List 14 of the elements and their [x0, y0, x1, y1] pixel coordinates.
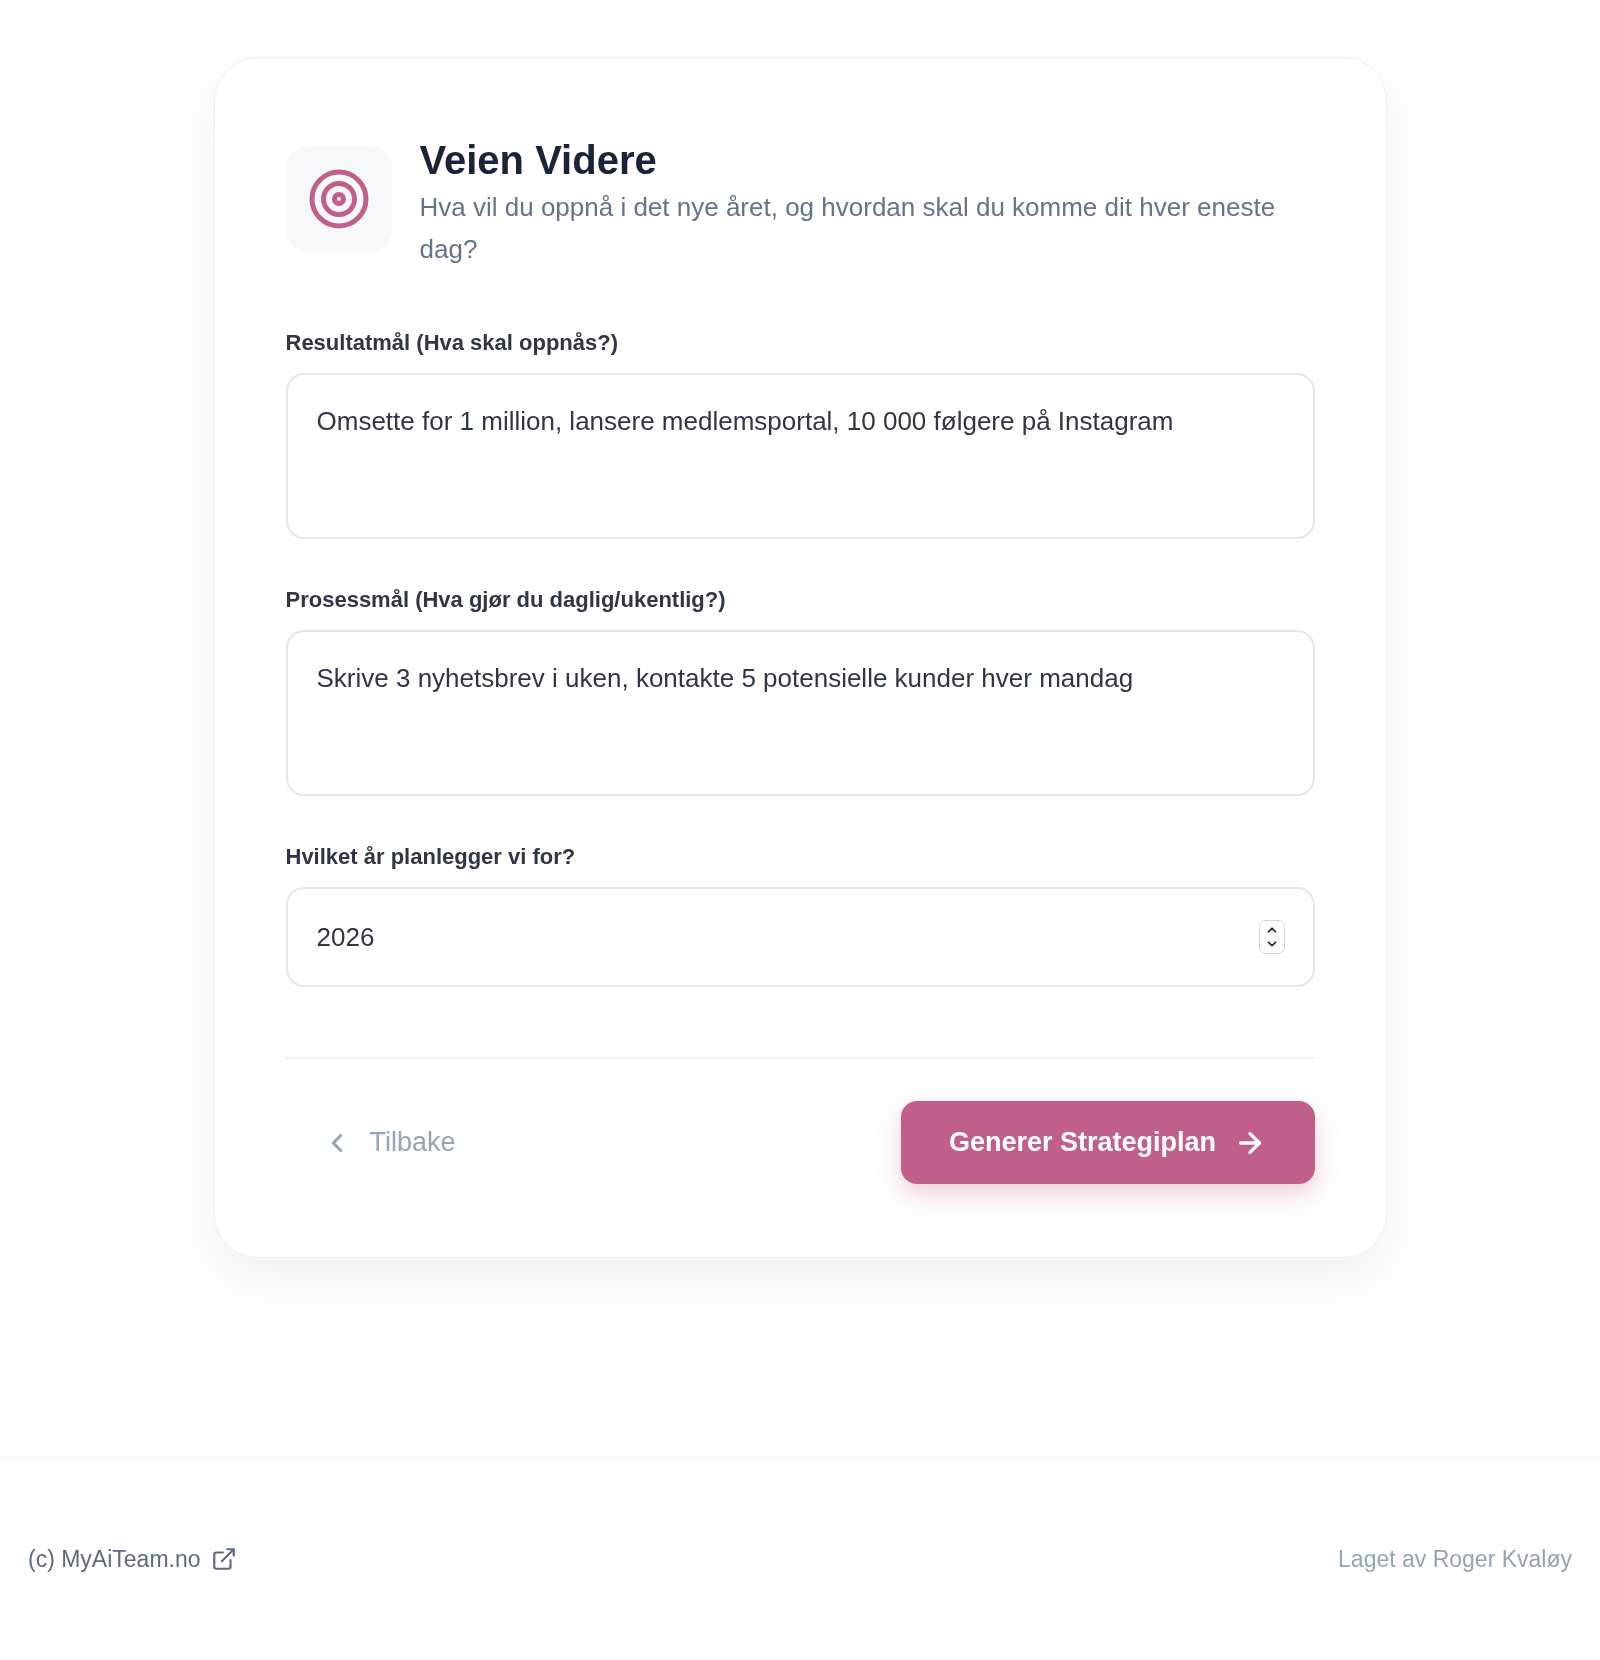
page-title: Veien Videre — [419, 137, 658, 184]
footer-credit: Laget av Roger Kvaløy — [1338, 1544, 1572, 1574]
field-label: Prosessmål (Hva gjør du daglig/ukentlig?) — [285, 586, 727, 614]
text-area[interactable]: Omsette for 1 million, lansere medlemsportal, 10 000 følgere på Instagram — [285, 373, 1315, 539]
number-field[interactable]: 2026 — [285, 887, 1315, 987]
spinner-icon[interactable] — [1258, 920, 1285, 954]
submit-button[interactable]: Generer Strategiplan — [900, 1101, 1315, 1184]
external-link-icon — [210, 1546, 237, 1572]
field-label: Hvilket år planlegger vi for? — [285, 843, 577, 871]
field-label: Resultatmål (Hva skal oppnås?) — [285, 329, 620, 357]
footer-link[interactable]: (c) MyAiTeam.no — [28, 1541, 237, 1577]
page-subtitle: Hva vil du oppnå i det nye året, og hvordan skal du komme dit hver eneste dag? — [419, 191, 1277, 266]
target-icon — [308, 169, 369, 229]
text-area[interactable]: Skrive 3 nyhetsbrev i uken, kontakte 5 potensielle kunder hver mandag — [285, 630, 1315, 796]
